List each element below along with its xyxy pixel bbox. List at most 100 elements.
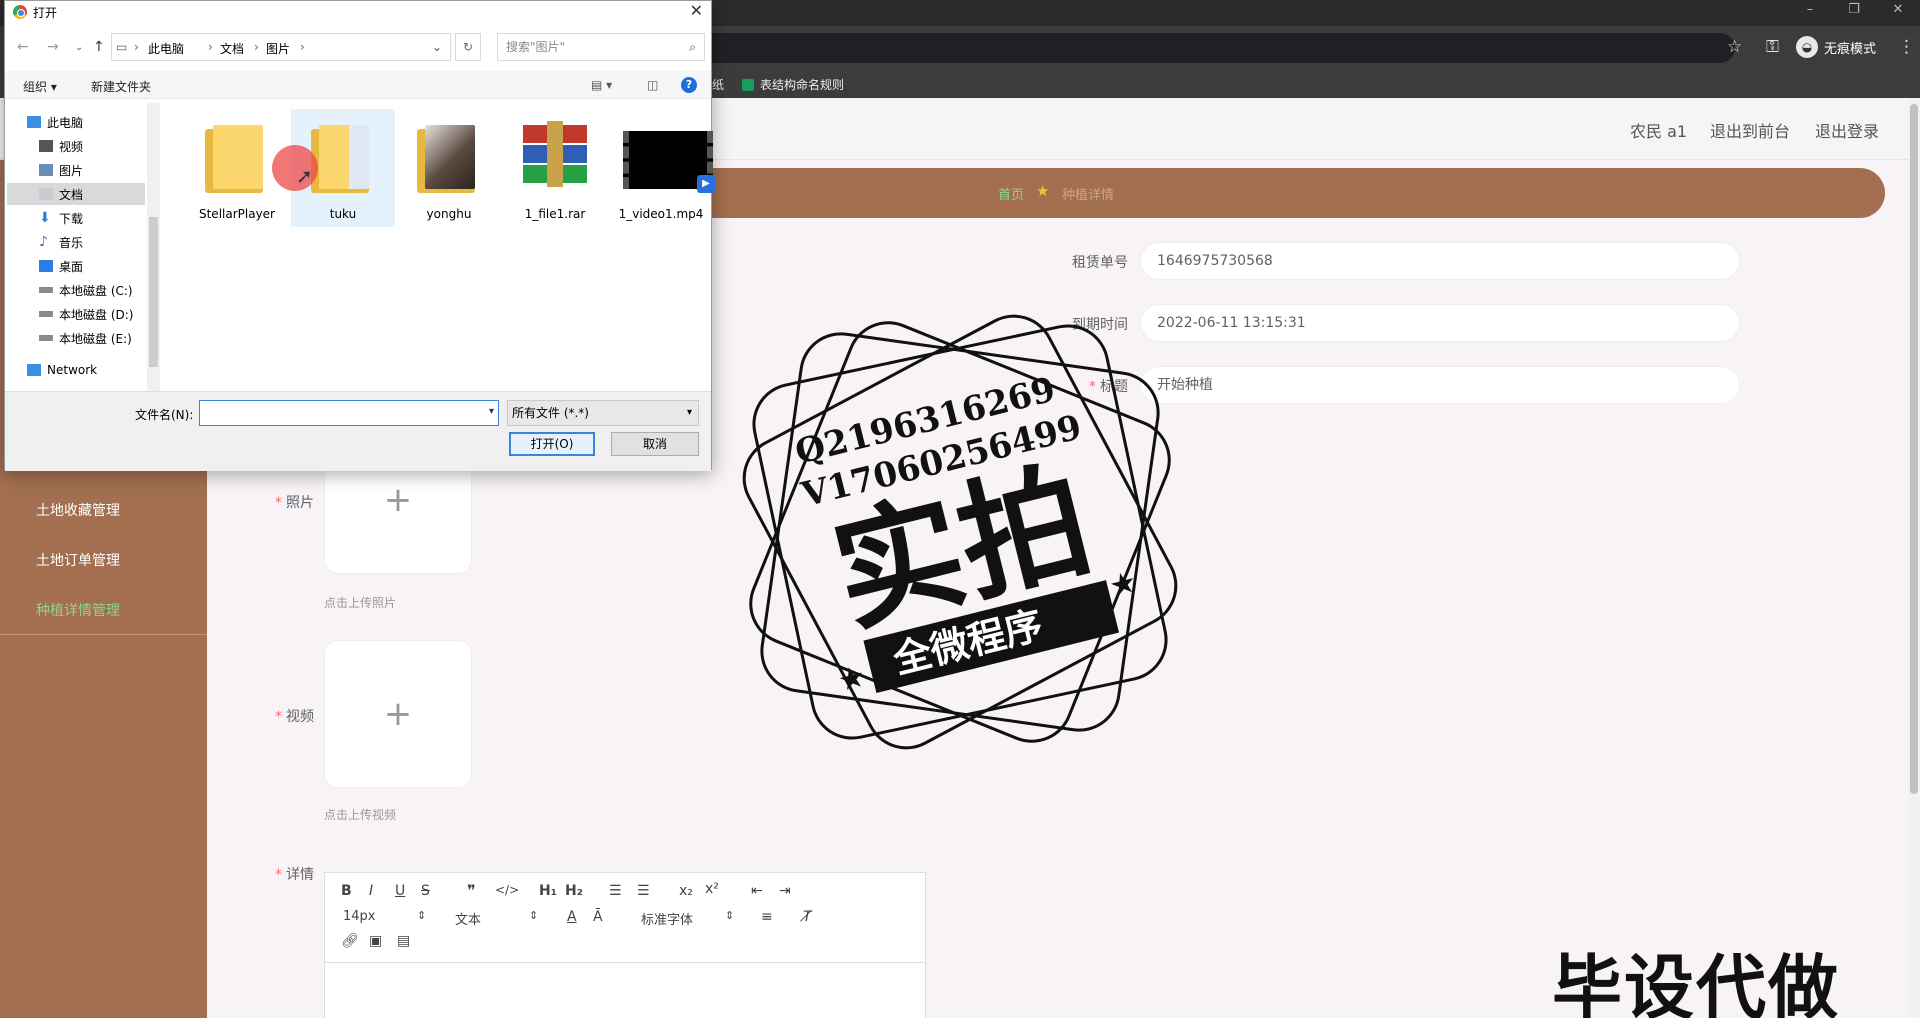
underline-button[interactable]: U [395,883,405,899]
quote-button[interactable]: ❞ [467,881,476,900]
chevron-down-icon[interactable]: ⌄ [432,40,442,54]
bold-button[interactable]: B [341,883,352,899]
sidebar-item-land-orders[interactable]: 土地订单管理 [36,550,120,570]
order-no-input[interactable]: 1646975730568 [1140,242,1740,280]
bookmark-star-icon[interactable]: ☆ [1727,37,1742,57]
outdent-icon[interactable]: ⇤ [751,883,763,899]
nav-item-desktop[interactable]: 桌面 [39,255,83,277]
sidebar-item-planting-details[interactable]: 种植详情管理 [36,600,120,620]
title-input[interactable]: 开始种植 [1140,366,1740,404]
drive-icon [39,335,53,341]
path-breadcrumb[interactable]: ▭ › 此电脑 › 文档 › 图片 › ⌄ [111,33,451,61]
required-mark: * [275,867,282,883]
nav-item-this-pc[interactable]: 此电脑 [27,111,83,133]
expire-time-input[interactable]: 2022-06-11 13:15:31 [1140,304,1740,342]
video-upload[interactable]: + [324,640,472,788]
incognito-profile[interactable]: ◒ 无痕模式 [1796,34,1876,60]
dialog-title: 打开 [33,6,58,20]
file-item-rar[interactable]: 1_file1.rar [503,109,607,227]
mouse-cursor-icon: ➚ [296,164,313,188]
indent-icon[interactable]: ⇥ [779,883,791,899]
nav-item-pictures[interactable]: 图片 [39,159,83,181]
sidebar-item-land-favorites[interactable]: 土地收藏管理 [36,500,120,520]
recent-chevron-icon[interactable]: ⌄ [75,42,83,53]
clear-format-button[interactable]: T̸ [803,909,812,925]
bookmark-item[interactable]: 纸 [712,76,724,93]
restore-button[interactable]: ❐ [1832,0,1876,26]
required-mark: * [1089,379,1096,395]
user-name: 农民 a1 [1630,122,1688,141]
block-type-select[interactable]: 文本 [455,909,481,928]
font-family-select[interactable]: 标准字体 [641,909,693,928]
nav-pane-scrollbar[interactable] [147,103,160,391]
subscript-button[interactable]: x₂ [679,883,693,899]
back-arrow-icon[interactable]: ← [17,39,29,55]
nav-item-drive-d[interactable]: 本地磁盘 (D:) [39,303,133,325]
font-size-select[interactable]: 14px [343,909,376,924]
path-segment[interactable]: 图片 [266,40,290,57]
nav-scrollbar-thumb[interactable] [149,217,158,367]
breadcrumb-home[interactable]: 首页 [998,184,1024,203]
chevron-down-icon[interactable]: ▾ [489,406,494,417]
heading2-button[interactable]: H₂ [565,883,583,899]
nav-item-documents[interactable]: 文档 [7,183,145,205]
preview-pane-icon[interactable]: ◫ [647,78,658,92]
required-mark: * [275,495,282,511]
bookmark-item[interactable]: 表结构命名规则 [742,76,844,93]
nav-item-drive-e[interactable]: 本地磁盘 (E:) [39,327,132,349]
nav-item-videos[interactable]: 视频 [39,135,83,157]
plus-icon: + [383,694,413,734]
link-icon[interactable]: 🔗︎ [341,933,359,949]
italic-button[interactable]: I [369,883,373,899]
dialog-nav-pane: 此电脑 视频 图片 文档 ⬇ 下载 ♪ 音乐 桌面 本地磁盘 (C:) 本地磁盘 (… [5,103,160,391]
watermark-stamp: Q2196316269 V17060256499 实拍 全微程序 ★ ★ [742,314,1178,750]
heading1-button[interactable]: H₁ [539,883,557,899]
refresh-icon[interactable]: ↻ [455,33,481,61]
back-to-frontend-link[interactable]: 退出到前台 [1710,118,1790,142]
superscript-button[interactable]: x² [705,881,719,897]
omnibox[interactable] [640,33,1735,63]
breadcrumb-current: 种植详情 [1062,188,1115,203]
chevron-down-icon: ▾ [686,407,692,418]
code-button[interactable]: </> [495,883,519,897]
page-scrollbar[interactable] [1908,98,1920,1018]
forward-arrow-icon[interactable]: → [47,39,59,55]
search-input[interactable]: 搜索"图片" ⌕ [497,33,705,61]
close-window-button[interactable]: ✕ [1876,0,1920,26]
open-button[interactable]: 打开(O) [509,432,595,456]
incognito-icon: ◒ [1796,36,1818,58]
winrar-archive-icon [517,115,593,199]
font-color-button[interactable]: A [567,909,577,925]
nav-item-music[interactable]: ♪ 音乐 [39,231,83,253]
key-icon[interactable]: ⚿ [1766,37,1779,57]
video-icon[interactable]: ▤ [397,933,410,949]
ordered-list-icon[interactable]: ☰ [609,883,622,899]
cancel-button[interactable]: 取消 [611,432,699,456]
close-icon[interactable]: ✕ [690,1,703,20]
strike-button[interactable]: S [421,883,430,899]
scrollbar-thumb[interactable] [1910,104,1918,794]
path-segment[interactable]: 此电脑 [148,40,184,57]
nav-item-network[interactable]: Network [27,359,97,381]
filename-input[interactable]: ▾ [199,400,499,426]
document-icon [39,188,53,200]
dialog-title-bar: 打开 ✕ [5,1,711,23]
align-icon[interactable]: ≡ [761,909,773,925]
new-folder-button[interactable]: 新建文件夹 [91,78,151,95]
nav-item-drive-c[interactable]: 本地磁盘 (C:) [39,279,133,301]
background-color-button[interactable]: Ā [593,909,603,925]
file-item-video[interactable]: ▶ 1_video1.mp4 [609,109,715,227]
file-type-select[interactable]: 所有文件 (*.*) ▾ [507,400,699,426]
minimize-button[interactable]: – [1788,0,1832,26]
image-icon[interactable]: ▣ [369,933,382,949]
up-arrow-icon[interactable]: ↑ [93,39,105,55]
help-icon[interactable]: ? [681,77,697,93]
browser-menu-icon[interactable]: ⋮ [1898,37,1915,57]
view-options-icon[interactable]: ▤ ▾ [591,78,612,92]
logout-link[interactable]: 退出登录 [1815,118,1879,142]
nav-item-downloads[interactable]: ⬇ 下载 [39,207,83,229]
file-item-folder[interactable]: yonghu [397,109,501,227]
organize-menu[interactable]: 组织 ▾ [23,78,57,95]
path-segment[interactable]: 文档 [220,40,244,57]
bullet-list-icon[interactable]: ☰ [637,883,650,899]
